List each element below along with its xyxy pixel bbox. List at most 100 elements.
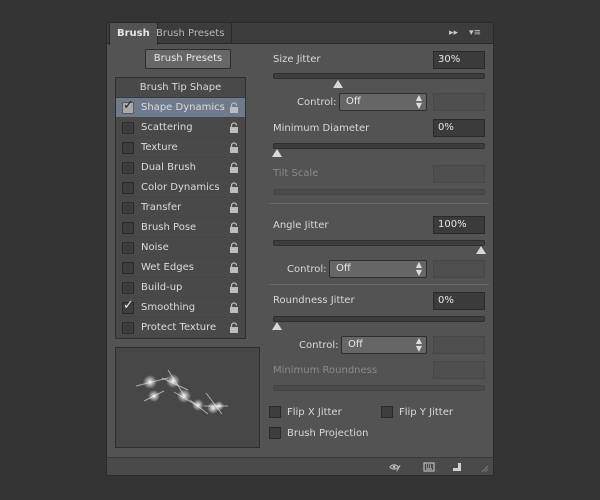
checkbox[interactable] [122, 322, 134, 334]
control-label-angle: Control: [287, 264, 327, 275]
list-item-transfer[interactable]: Transfer [116, 198, 245, 218]
list-item-label: Dual Brush [141, 162, 196, 173]
select-arrows-icon: ▲ ▼ [415, 93, 422, 110]
control-label-size: Control: [297, 97, 337, 108]
tilt-scale-field [433, 165, 485, 183]
brush-presets-button[interactable]: Brush Presets [145, 49, 231, 69]
checkbox[interactable] [122, 262, 134, 274]
section-divider [269, 203, 489, 204]
flip-x-label: Flip X Jitter [287, 407, 342, 418]
size-jitter-field[interactable]: 30% [433, 51, 485, 69]
minimum-diameter-slider[interactable] [273, 143, 485, 149]
angle-control-field [433, 260, 485, 278]
roundness-jitter-field[interactable]: 0% [433, 292, 485, 310]
flip-y-checkbox[interactable] [381, 406, 393, 418]
lock-icon[interactable] [229, 122, 239, 134]
lock-icon[interactable] [229, 202, 239, 214]
size-jitter-slider-thumb[interactable] [333, 80, 344, 88]
checkbox[interactable]: ✓ [122, 98, 134, 114]
angle-control-select[interactable]: Off ▲ ▼ [329, 260, 427, 278]
tilt-scale-label: Tilt Scale [273, 168, 319, 179]
list-item-label: Texture [141, 142, 178, 153]
lock-icon[interactable] [229, 302, 239, 314]
tilt-scale-slider [273, 189, 485, 195]
lock-icon[interactable] [229, 322, 239, 334]
list-item-brush-pose[interactable]: Brush Pose [116, 218, 245, 238]
flip-x-checkbox[interactable] [269, 406, 281, 418]
lock-icon[interactable] [229, 282, 239, 294]
tab-brush-presets[interactable]: Brush Presets [149, 23, 233, 44]
minimum-diameter-slider-thumb[interactable] [272, 149, 282, 157]
angle-jitter-field[interactable]: 100% [433, 216, 485, 234]
brush-projection-checkbox[interactable] [269, 427, 281, 439]
size-control-field [433, 93, 485, 111]
list-item-label: Noise [141, 242, 169, 253]
checkbox[interactable] [122, 162, 134, 174]
angle-jitter-label: Angle Jitter [273, 220, 329, 231]
list-item-shape-dynamics[interactable]: ✓ Shape Dynamics [116, 98, 245, 118]
checkbox[interactable] [122, 182, 134, 194]
size-control-select[interactable]: Off ▲ ▼ [339, 93, 427, 111]
panel-menu-icon[interactable]: ▾≡ [469, 28, 481, 38]
checkmark-icon: ✓ [123, 98, 134, 113]
checkmark-icon: ✓ [123, 298, 134, 313]
roundness-jitter-slider[interactable] [273, 316, 485, 322]
angle-jitter-slider-thumb[interactable] [476, 246, 486, 254]
checkbox[interactable]: ✓ [122, 298, 134, 314]
list-item-dual-brush[interactable]: Dual Brush [116, 158, 245, 178]
roundness-control-value: Off [348, 339, 363, 350]
list-item-protect-texture[interactable]: Protect Texture [116, 318, 245, 338]
select-arrows-icon: ▲ ▼ [415, 260, 422, 277]
panel-footer [107, 457, 493, 475]
brush-settings-list: Brush Tip Shape ✓ Shape Dynamics Scatterin… [115, 77, 246, 339]
list-item-label: Scattering [141, 122, 193, 133]
list-item-label: Protect Texture [141, 322, 217, 333]
roundness-control-field [433, 336, 485, 354]
minimum-diameter-field[interactable]: 0% [433, 119, 485, 137]
brush-tip-shape-item[interactable]: Brush Tip Shape [116, 78, 245, 98]
flip-y-label: Flip Y Jitter [399, 407, 453, 418]
lock-icon[interactable] [229, 102, 239, 114]
checkbox[interactable] [122, 202, 134, 214]
lock-icon[interactable] [229, 162, 239, 174]
roundness-control-select[interactable]: Off ▲ ▼ [341, 336, 427, 354]
brush-panel: Brush Brush Presets ▸▸ ▾≡ Brush Presets … [106, 22, 494, 476]
minimum-roundness-field [433, 361, 485, 379]
list-item-label: Color Dynamics [141, 182, 220, 193]
lock-icon[interactable] [229, 242, 239, 254]
list-item-label: Shape Dynamics [141, 102, 225, 113]
brush-projection-label: Brush Projection [287, 428, 369, 439]
size-control-value: Off [346, 96, 361, 107]
minimum-roundness-label: Minimum Roundness [273, 365, 378, 376]
list-item-wet-edges[interactable]: Wet Edges [116, 258, 245, 278]
minimum-roundness-slider [273, 385, 485, 391]
minimum-diameter-label: Minimum Diameter [273, 123, 370, 134]
list-item-scattering[interactable]: Scattering [116, 118, 245, 138]
resize-grip-icon[interactable] [479, 463, 489, 473]
size-jitter-slider[interactable] [273, 73, 485, 79]
new-preset-icon[interactable] [451, 461, 463, 473]
lock-icon[interactable] [229, 262, 239, 274]
list-item-texture[interactable]: Texture [116, 138, 245, 158]
checkbox[interactable] [122, 222, 134, 234]
eye-brush-icon[interactable] [389, 461, 401, 473]
roundness-jitter-slider-thumb[interactable] [272, 322, 282, 330]
section-divider [269, 284, 489, 285]
list-item-build-up[interactable]: Build-up [116, 278, 245, 298]
collapse-panel-icon[interactable]: ▸▸ [449, 28, 458, 38]
list-item-noise[interactable]: Noise [116, 238, 245, 258]
list-item-smoothing[interactable]: ✓ Smoothing [116, 298, 245, 318]
checkbox[interactable] [122, 282, 134, 294]
checkbox[interactable] [122, 242, 134, 254]
lock-icon[interactable] [229, 182, 239, 194]
angle-jitter-slider[interactable] [273, 240, 485, 246]
list-item-color-dynamics[interactable]: Color Dynamics [116, 178, 245, 198]
checkbox[interactable] [122, 122, 134, 134]
lock-icon[interactable] [229, 222, 239, 234]
list-item-label: Smoothing [141, 302, 196, 313]
checkbox[interactable] [122, 142, 134, 154]
roundness-jitter-label: Roundness Jitter [273, 295, 355, 306]
select-arrows-icon: ▲ ▼ [415, 336, 422, 353]
lock-icon[interactable] [229, 142, 239, 154]
grid-icon[interactable] [423, 461, 435, 473]
